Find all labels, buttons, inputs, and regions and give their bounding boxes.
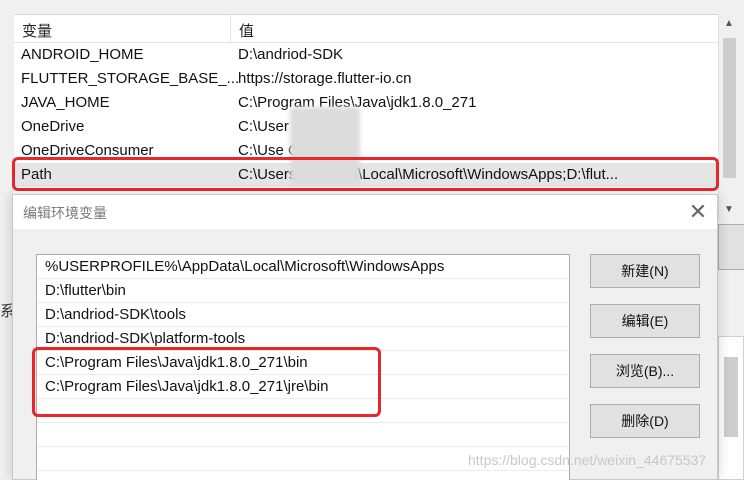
list-item[interactable]: [37, 399, 569, 423]
path-entry: D:\andriod-SDK\tools: [45, 306, 186, 323]
dialog-titlebar[interactable]: 编辑环境变量 ✕: [13, 195, 717, 229]
list-item[interactable]: C:\Program Files\Java\jdk1.8.0_271\bin: [37, 351, 569, 375]
table-row[interactable]: JAVA_HOME C:\Program Files\Java\jdk1.8.0…: [14, 91, 718, 115]
variable-name: JAVA_HOME: [21, 94, 110, 111]
dialog-title: 编辑环境变量: [23, 205, 107, 221]
column-header-variable[interactable]: 变量: [22, 20, 52, 41]
variable-name: ANDROID_HOME: [21, 46, 144, 63]
variable-name: FLUTTER_STORAGE_BASE_...: [21, 70, 240, 87]
edit-environment-variable-dialog: 编辑环境变量 ✕ %USERPROFILE%\AppData\Local\Mic…: [12, 194, 718, 480]
path-entry: D:\andriod-SDK\platform-tools: [45, 330, 246, 347]
table-row-path-selected[interactable]: Path C:\Users AppData\Local\Microsoft\Wi…: [14, 163, 718, 187]
table-row[interactable]: OneDriveConsumer C:\Use OneDrive: [14, 139, 718, 163]
path-entry: C:\Program Files\Java\jdk1.8.0_271\bin: [45, 354, 308, 371]
scrollbar-thumb[interactable]: [723, 38, 736, 178]
redacted-username: [290, 107, 360, 185]
variable-value: D:\andriod-SDK: [238, 46, 344, 63]
edit-button[interactable]: 编辑(E): [590, 304, 700, 338]
scroll-up-icon[interactable]: ▲: [724, 18, 734, 29]
scroll-down-icon[interactable]: ▼: [724, 204, 734, 215]
list-item[interactable]: D:\andriod-SDK\platform-tools: [37, 327, 569, 351]
background-button-partial[interactable]: [718, 224, 744, 270]
system-variables-list-partial: [718, 336, 744, 480]
path-entry: %USERPROFILE%\AppData\Local\Microsoft\Wi…: [45, 258, 445, 275]
browse-button[interactable]: 浏览(B)...: [590, 354, 700, 388]
path-entry: C:\Program Files\Java\jdk1.8.0_271\jre\b…: [45, 378, 329, 395]
variable-name: OneDrive: [21, 118, 85, 135]
list-item[interactable]: %USERPROFILE%\AppData\Local\Microsoft\Wi…: [37, 255, 569, 279]
column-divider[interactable]: [230, 15, 231, 43]
system-variables-label-partial: 系: [0, 303, 16, 320]
scrollbar-thumb[interactable]: [724, 357, 738, 437]
table-row[interactable]: FLUTTER_STORAGE_BASE_... https://storage…: [14, 67, 718, 91]
table-header: 变量 值: [14, 15, 718, 43]
column-header-value[interactable]: 值: [239, 20, 254, 41]
user-variables-table: 变量 值 ANDROID_HOME D:\andriod-SDK FLUTTER…: [14, 14, 718, 214]
table-row[interactable]: OneDrive C:\User OneDrive: [14, 115, 718, 139]
delete-button[interactable]: 删除(D): [590, 404, 700, 438]
path-entry: D:\flutter\bin: [45, 282, 126, 299]
list-item[interactable]: D:\andriod-SDK\tools: [37, 303, 569, 327]
list-item[interactable]: C:\Program Files\Java\jdk1.8.0_271\jre\b…: [37, 375, 569, 399]
table-row[interactable]: ANDROID_HOME D:\andriod-SDK: [14, 43, 718, 67]
variable-name: OneDriveConsumer: [21, 142, 154, 159]
path-entries-list[interactable]: %USERPROFILE%\AppData\Local\Microsoft\Wi…: [36, 254, 570, 480]
list-item[interactable]: [37, 423, 569, 447]
variable-value: https://storage.flutter-io.cn: [238, 70, 412, 87]
close-icon[interactable]: ✕: [683, 197, 713, 227]
table-scrollbar[interactable]: ▲ ▼: [718, 14, 740, 220]
variable-name: Path: [21, 166, 52, 183]
watermark-text: https://blog.csdn.net/weixin_44675537: [468, 452, 707, 468]
new-button[interactable]: 新建(N): [590, 254, 700, 288]
list-item[interactable]: D:\flutter\bin: [37, 279, 569, 303]
